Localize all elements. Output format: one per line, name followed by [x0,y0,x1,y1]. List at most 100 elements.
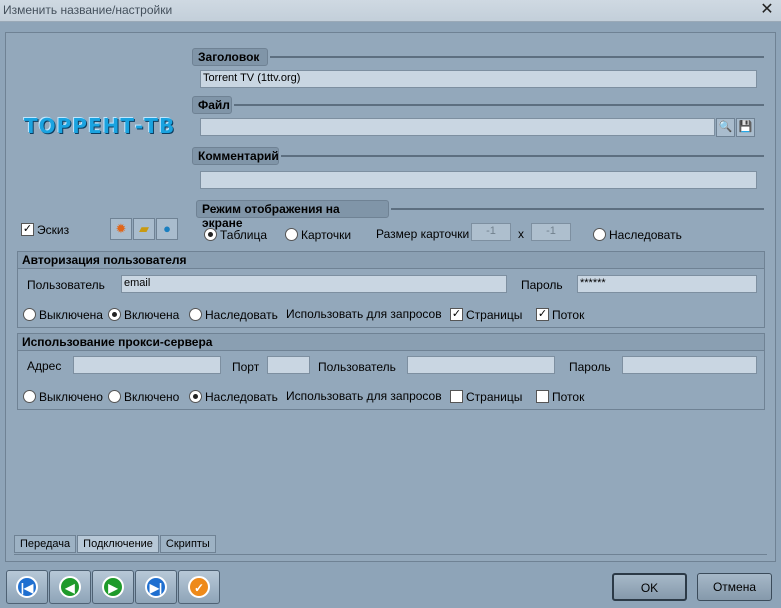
auth-pages-checkbox[interactable]: ✓ Страницы [450,307,522,322]
nav-toolbar: |◀ ◀ ▶ ▶| ✓ [6,570,220,604]
auth-pages-label: Страницы [466,307,523,322]
radio-auth-off[interactable] [23,308,36,322]
auth-password-label: Пароль [521,278,563,292]
radio-table[interactable] [204,228,217,242]
title-label: Заголовок [198,50,260,64]
ok-button[interactable]: OK [612,573,687,601]
auth-off-radio[interactable]: Выключена [23,307,103,322]
auth-on-radio[interactable]: Включена [108,307,179,322]
auth-inherit-label: Наследовать [205,307,278,322]
proxy-use-for-label: Использовать для запросов [286,389,442,403]
proxy-stream-checkbox[interactable]: Поток [536,389,584,404]
proxy-on-label: Включено [124,389,180,404]
folder-icon[interactable]: ▰ [133,218,155,240]
tab-bar: Передача Подключение Скрипты [14,535,767,555]
tab-connection[interactable]: Подключение [77,535,159,553]
next-button[interactable]: ▶ [92,570,134,604]
title-input[interactable]: Torrent TV (1ttv.org) [200,70,757,88]
auth-off-label: Выключена [39,307,103,322]
prev-button[interactable]: ◀ [49,570,91,604]
comment-label: Комментарий [198,149,279,163]
title-bar: Изменить название/настройки ✕ [0,0,781,22]
auth-stream-check[interactable]: ✓ [536,308,549,322]
tab-scripts[interactable]: Скрипты [159,535,216,553]
sun-icon[interactable]: ✹ [110,218,132,240]
auth-use-for-label: Использовать для запросов [286,307,442,321]
proxy-address-input[interactable] [73,356,221,374]
sketch-checkbox[interactable]: ✓ Эскиз [21,222,69,237]
comment-input[interactable] [200,171,757,189]
proxy-off-label: Выключено [39,389,103,404]
radio-cards[interactable] [285,228,298,242]
auth-stream-checkbox[interactable]: ✓ Поток [536,307,584,322]
proxy-off-radio[interactable]: Выключено [23,389,103,404]
divider [391,208,764,210]
apply-icon: ✓ [188,576,210,598]
radio-proxy-inherit[interactable] [189,390,202,404]
next-icon: ▶ [102,576,124,598]
logo: ТОРРЕНТ-ТВ [24,114,175,138]
last-button[interactable]: ▶| [135,570,177,604]
file-label: Файл [198,98,230,112]
proxy-password-input[interactable] [622,356,757,374]
proxy-inherit-radio[interactable]: Наследовать [189,389,278,404]
prev-icon: ◀ [59,576,81,598]
proxy-inherit-label: Наследовать [205,389,278,404]
card-size-label: Размер карточки [376,227,470,241]
window-title: Изменить название/настройки [3,3,173,17]
apply-button[interactable]: ✓ [178,570,220,604]
auth-password-input[interactable]: ****** [577,275,757,293]
save-file-button[interactable]: 💾 [736,118,755,137]
auth-stream-label: Поток [552,307,585,322]
proxy-pages-checkbox[interactable]: Страницы [450,389,522,404]
close-icon[interactable]: ✕ [759,2,775,18]
radio-proxy-off[interactable] [23,390,36,404]
radio-auth-on[interactable] [108,308,121,322]
sketch-icons: ✹ ▰ ● [110,218,178,240]
auth-title: Авторизация пользователя [18,252,764,269]
sketch-label: Эскиз [37,222,70,237]
display-mode-section-label: Режим отображения на экране [196,200,389,230]
search-icon: 🔍 [718,121,733,133]
auth-user-input[interactable]: email [121,275,507,293]
proxy-pages-label: Страницы [466,389,523,404]
proxy-stream-check[interactable] [536,390,549,404]
radio-proxy-on[interactable] [108,390,121,404]
proxy-user-label: Пользователь [318,360,396,374]
sketch-check[interactable]: ✓ [21,223,34,237]
divider [281,155,764,157]
proxy-stream-label: Поток [552,389,585,404]
auth-inherit-radio[interactable]: Наследовать [189,307,278,322]
first-icon: |◀ [16,576,38,598]
proxy-password-label: Пароль [569,360,611,374]
browse-file-button[interactable]: 🔍 [716,118,735,137]
mode-cards-radio[interactable]: Карточки [285,227,351,242]
radio-auth-inherit[interactable] [189,308,202,322]
globe-icon[interactable]: ● [156,218,178,240]
divider [270,56,764,58]
mode-inherit-radio[interactable]: Наследовать [593,227,682,242]
save-icon: 💾 [738,121,753,133]
radio-inherit[interactable] [593,228,606,242]
comment-section-label: Комментарий [192,147,279,165]
auth-pages-check[interactable]: ✓ [450,308,463,322]
file-section-label: Файл [192,96,232,114]
first-button[interactable]: |◀ [6,570,48,604]
mode-table-radio[interactable]: Таблица [204,227,267,242]
proxy-on-radio[interactable]: Включено [108,389,179,404]
proxy-pages-check[interactable] [450,390,463,404]
mode-table-label: Таблица [220,227,268,242]
tab-transfer[interactable]: Передача [14,535,77,553]
proxy-port-input[interactable] [267,356,310,374]
proxy-user-input[interactable] [407,356,555,374]
proxy-title: Использование прокси-сервера [18,334,764,351]
auth-on-label: Включена [124,307,180,322]
title-section-label: Заголовок [192,48,268,66]
card-width-input[interactable]: -1 [471,223,511,241]
card-height-input[interactable]: -1 [531,223,571,241]
proxy-address-label: Адрес [27,359,62,373]
file-input[interactable] [200,118,715,136]
divider [234,104,764,106]
cancel-button[interactable]: Отмена [697,573,772,601]
card-x-label: x [518,227,524,241]
